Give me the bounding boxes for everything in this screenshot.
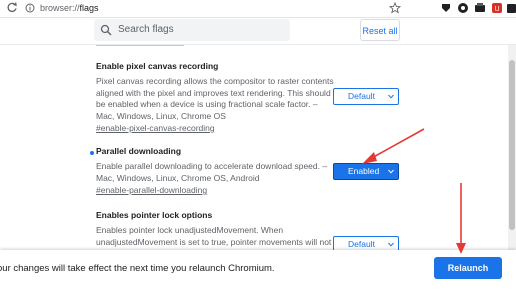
flag-state-select[interactable]: Enabled <box>333 163 399 180</box>
chevron-down-icon <box>388 94 394 99</box>
extension-icon[interactable] <box>457 2 469 14</box>
relaunch-button[interactable]: Relaunch <box>434 257 502 279</box>
search-input[interactable]: Search flags <box>94 19 290 41</box>
extension-icon[interactable] <box>474 2 486 14</box>
extension-icon[interactable] <box>440 2 452 14</box>
flag-anchor-link[interactable]: #enable-pixel-canvas-recording <box>96 123 336 134</box>
flag-anchor-link[interactable]: #enable-parallel-downloading <box>96 185 336 196</box>
svg-text:U: U <box>494 6 499 13</box>
extension-icon[interactable]: U <box>491 2 503 14</box>
select-value: Default <box>348 91 375 101</box>
modified-indicator <box>90 151 94 155</box>
search-placeholder: Search flags <box>118 24 174 35</box>
flag-title: Enable pixel canvas recording <box>96 61 219 71</box>
chevron-down-icon <box>388 242 394 247</box>
relaunch-bar: our changes will take effect the next ti… <box>0 250 516 290</box>
site-info-icon[interactable] <box>25 3 35 13</box>
flag-description: Pixel canvas recording allows the compos… <box>96 76 334 121</box>
flag-item: Enable pixel canvas recording Pixel canv… <box>96 61 336 134</box>
star-icon[interactable] <box>389 2 401 14</box>
flag-title: Enables pointer lock options <box>96 210 213 220</box>
extension-icon[interactable] <box>506 2 516 14</box>
address-bar[interactable]: browser://flags <box>40 2 99 14</box>
select-value: Enabled <box>348 166 380 176</box>
flags-header: Search flags Reset all <box>0 18 516 45</box>
divider <box>96 45 184 46</box>
flag-title: Parallel downloading <box>96 146 182 156</box>
flag-item: Parallel downloading Enable parallel dow… <box>96 146 336 196</box>
arrow-to-relaunch-button <box>456 183 466 254</box>
relaunch-message: our changes will take effect the next ti… <box>0 263 275 274</box>
browser-toolbar: browser://flags U <box>0 0 516 18</box>
refresh-icon[interactable] <box>6 2 18 14</box>
flag-description: Enable parallel downloading to accelerat… <box>96 161 328 183</box>
chevron-down-icon <box>388 169 394 174</box>
select-value: Default <box>348 239 375 249</box>
scrollbar-thumb[interactable] <box>509 60 515 230</box>
url-scheme: browser:// <box>40 3 80 13</box>
reset-all-button[interactable]: Reset all <box>360 19 400 41</box>
flag-state-select[interactable]: Default <box>333 88 399 105</box>
arrow-to-enabled-select <box>362 128 425 164</box>
search-icon <box>100 24 112 36</box>
url-path: flags <box>79 3 99 13</box>
